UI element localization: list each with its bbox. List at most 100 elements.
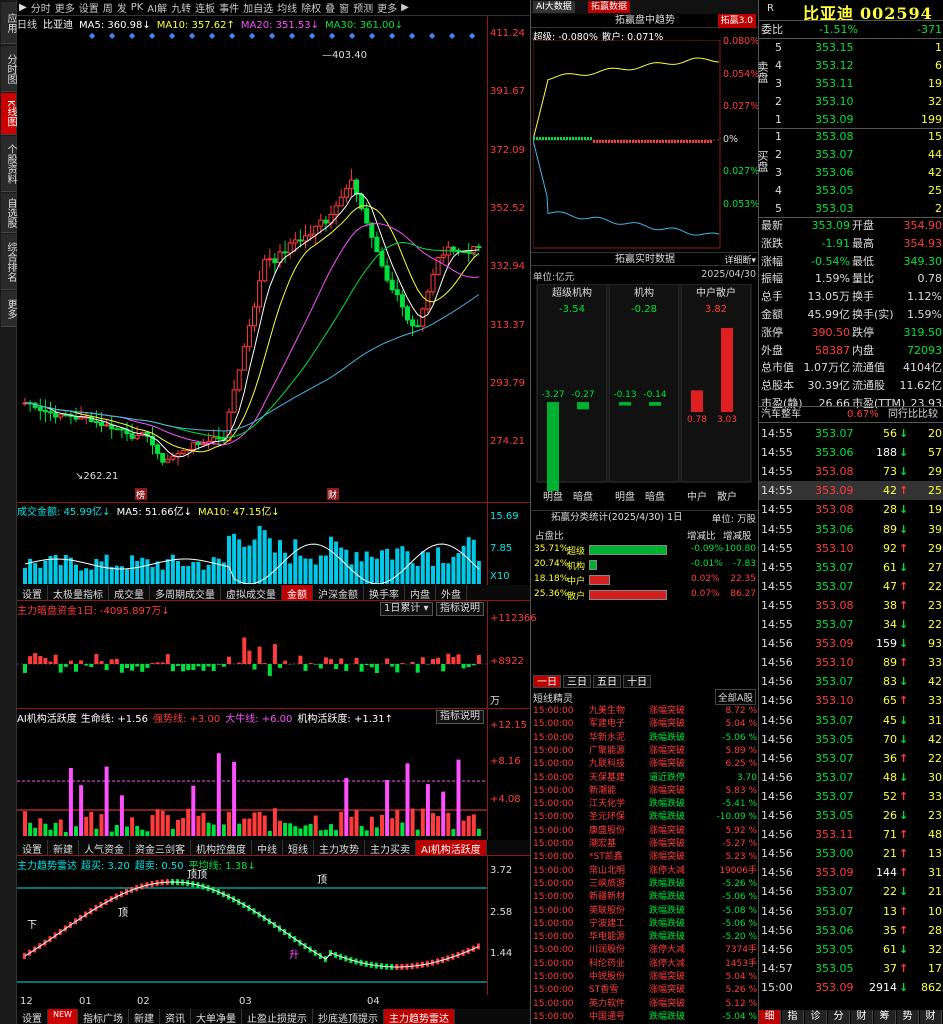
radar-tab-4[interactable]: 资讯 bbox=[160, 1009, 191, 1024]
sprite-row[interactable]: 15:00:00 新潮能 涨幅突破 5.83 % bbox=[531, 785, 759, 798]
sprite-row[interactable]: 15:00:00 天保基建 逼近跌停 3.70 bbox=[531, 772, 759, 785]
toolbar-item-7[interactable]: 九转 bbox=[169, 0, 193, 15]
left-tab-6[interactable]: 更多 bbox=[1, 291, 16, 327]
fund-range-select[interactable]: 1日累计 ▾ bbox=[380, 602, 433, 616]
ai-tab-9[interactable]: AI机构活跃度 bbox=[416, 840, 487, 855]
sprite-row[interactable]: 15:00:00 常山北明 涨停大减 19006手 bbox=[531, 865, 759, 878]
sprite-row[interactable]: 15:00:00 九联科技 涨幅突破 6.25 % bbox=[531, 758, 759, 771]
sprite-row[interactable]: 15:00:00 ST香雪 涨幅突破 5.26 % bbox=[531, 984, 759, 997]
ai-tab-8[interactable]: 主力买卖 bbox=[365, 840, 416, 855]
ai-help-button[interactable]: 指标说明 bbox=[436, 710, 484, 724]
sell-level-row[interactable]: 2 353.10 32 bbox=[759, 93, 943, 111]
period-tab-2[interactable]: 五日 bbox=[593, 675, 621, 688]
period-tab-3[interactable]: 十日 bbox=[623, 675, 651, 688]
bottom-tab-4[interactable]: 财 bbox=[851, 1010, 873, 1024]
toolbar-item-10[interactable]: 加自选 bbox=[241, 0, 275, 15]
toolbar-item-11[interactable]: 均线 bbox=[275, 0, 299, 15]
sprite-row[interactable]: 15:00:00 军建电子 涨幅突破 5.04 % bbox=[531, 718, 759, 731]
toolbar-item-9[interactable]: 事件 bbox=[217, 0, 241, 15]
bottom-tab-1[interactable]: 指 bbox=[782, 1010, 804, 1024]
buy-level-row[interactable]: 2 353.07 44 bbox=[759, 146, 943, 164]
toolbar-item-13[interactable]: 叠 bbox=[323, 0, 337, 15]
volume-tab-2[interactable]: 成交量 bbox=[109, 585, 150, 600]
sprite-row[interactable]: 15:00:00 英力软件 涨幅突破 5.12 % bbox=[531, 998, 759, 1011]
bottom-tab-0[interactable]: 细 bbox=[759, 1010, 781, 1024]
toolbar-item-12[interactable]: 除权 bbox=[299, 0, 323, 15]
ai-tab-4[interactable]: 机构控盘度 bbox=[191, 840, 252, 855]
mid-tab-0[interactable]: AI大数据 bbox=[533, 1, 575, 13]
ai-tab-0[interactable]: 设置 bbox=[17, 840, 48, 855]
sprite-row[interactable]: 15:00:00 潮宏基 涨幅突破 -5.27 % bbox=[531, 838, 759, 851]
volume-tab-4[interactable]: 虚拟成交量 bbox=[221, 585, 282, 600]
toolbar-item-16[interactable]: 更多 bbox=[375, 0, 399, 15]
sprite-filter-select[interactable]: 全部A股 bbox=[715, 689, 756, 705]
kline-chart[interactable]: —403.40 ↘262.21 榜 财 ◆ ◆ ◆ ◆ ◆ ◆ ◆ ◆ ◆ ◆ ◆ ◆ ◆ ◆ ◆ ◆ ◆ ◆ ◆ ◆ bbox=[17, 16, 487, 502]
left-tab-5[interactable]: 综合排名 bbox=[1, 234, 16, 290]
toolbar-item-3[interactable]: 周 bbox=[101, 0, 115, 15]
sprite-row[interactable]: 15:00:00 九美生物 涨幅突破 8.72 % bbox=[531, 705, 759, 718]
toolbar-item-1[interactable]: 更多 bbox=[53, 0, 77, 15]
ai-tab-5[interactable]: 中线 bbox=[252, 840, 283, 855]
sell-level-row[interactable]: 3 353.11 19 bbox=[759, 75, 943, 93]
sprite-row[interactable]: 15:00:00 科伦药业 涨停大减 1453手 bbox=[531, 958, 759, 971]
toolbar-item-4[interactable]: 发 bbox=[115, 0, 129, 15]
radar-tab-6[interactable]: 止盈止损提示 bbox=[242, 1009, 313, 1024]
buy-level-row[interactable]: 4 353.05 25 bbox=[759, 182, 943, 200]
volume-tab-7[interactable]: 换手率 bbox=[364, 585, 405, 600]
buy-level-row[interactable]: 1 353.08 15 bbox=[759, 128, 943, 146]
left-tab-3[interactable]: 个股资料 bbox=[1, 136, 16, 192]
radar-tab-0[interactable]: 设置 bbox=[17, 1009, 48, 1024]
sell-level-row[interactable]: 4 353.12 6 bbox=[759, 57, 943, 75]
sprite-row[interactable]: 15:00:00 宁波建工 跌幅跌破 -5.06 % bbox=[531, 918, 759, 931]
period-tab-0[interactable]: 一日 bbox=[533, 675, 561, 688]
radar-tab-1[interactable]: NEW bbox=[48, 1009, 78, 1024]
buy-level-row[interactable]: 5 353.03 2 bbox=[759, 200, 943, 218]
industry-compare-link[interactable]: 同行比比较 bbox=[888, 407, 938, 422]
bottom-tab-3[interactable]: 分 bbox=[828, 1010, 850, 1024]
sell-level-row[interactable]: 1 353.09 199 bbox=[759, 111, 943, 129]
radar-tab-3[interactable]: 新建 bbox=[129, 1009, 160, 1024]
realtime-detail-button[interactable]: 详细断▾ bbox=[724, 253, 756, 266]
left-tab-1[interactable]: 分时图 bbox=[1, 46, 16, 92]
toolbar-item-0[interactable]: 分时 bbox=[29, 0, 53, 15]
radar-tab-2[interactable]: 指标广场 bbox=[78, 1009, 129, 1024]
sprite-row[interactable]: 15:00:00 *ST凯鑫 涨幅突破 5.23 % bbox=[531, 851, 759, 864]
sprite-row[interactable]: 15:00:00 华新水泥 跌幅跌破 -5.06 % bbox=[531, 732, 759, 745]
toolbar-item-8[interactable]: 连板 bbox=[193, 0, 217, 15]
bottom-tab-6[interactable]: 势 bbox=[897, 1010, 919, 1024]
left-tab-4[interactable]: 自选股 bbox=[1, 193, 16, 233]
toolbar-item-5[interactable]: PK bbox=[129, 2, 146, 13]
volume-tab-3[interactable]: 多周期成交量 bbox=[150, 585, 221, 600]
intraday-version-button[interactable]: 拓赢3.0 bbox=[717, 14, 756, 28]
sprite-row[interactable]: 15:00:00 三峡旅游 跌幅跌破 -5.26 % bbox=[531, 878, 759, 891]
sprite-row[interactable]: 15:00:00 华电能源 跌幅跌破 -5.20 % bbox=[531, 931, 759, 944]
left-tab-2[interactable]: K线图 bbox=[1, 93, 16, 135]
radar-tab-5[interactable]: 大单净量 bbox=[191, 1009, 242, 1024]
volume-tab-1[interactable]: 太极量指标 bbox=[48, 585, 109, 600]
ai-tab-6[interactable]: 短线 bbox=[283, 840, 314, 855]
bottom-tab-7[interactable]: 财 bbox=[920, 1010, 942, 1024]
toolbar-item-14[interactable]: 窗 bbox=[337, 0, 351, 15]
period-tab-1[interactable]: 三日 bbox=[563, 675, 591, 688]
mid-tab-1[interactable]: 拓赢数据 bbox=[588, 1, 631, 13]
radar-tab-8[interactable]: 主力趋势雷达 bbox=[383, 1009, 455, 1024]
ai-tab-1[interactable]: 新建 bbox=[48, 840, 79, 855]
sell-level-row[interactable]: 5 353.15 1 bbox=[759, 39, 943, 57]
bottom-tab-2[interactable]: 诊 bbox=[805, 1010, 827, 1024]
ai-tab-7[interactable]: 主力攻势 bbox=[314, 840, 365, 855]
sprite-row[interactable]: 15:00:00 川润股份 涨停大减 7374手 bbox=[531, 944, 759, 957]
ai-tab-3[interactable]: 资金三剑客 bbox=[130, 840, 191, 855]
volume-tab-0[interactable]: 设置 bbox=[17, 585, 48, 600]
sprite-row[interactable]: 15:00:00 英联股份 跌幅跌破 -5.08 % bbox=[531, 905, 759, 918]
sprite-row[interactable]: 15:00:00 中国通号 跌幅跌破 -5.04 % bbox=[531, 1011, 759, 1024]
sprite-row[interactable]: 15:00:00 中锐股份 涨幅突破 5.04 % bbox=[531, 971, 759, 984]
sprite-row[interactable]: 15:00:00 江天化学 跌幅跌破 -5.41 % bbox=[531, 798, 759, 811]
radar-tab-7[interactable]: 抄底逃顶提示 bbox=[313, 1009, 384, 1024]
sprite-row[interactable]: 15:00:00 新疆新材 跌幅跌破 -5.06 % bbox=[531, 891, 759, 904]
fund-help-button[interactable]: 指标说明 bbox=[436, 602, 484, 616]
bottom-tab-5[interactable]: 筹 bbox=[874, 1010, 896, 1024]
sprite-row[interactable]: 15:00:00 广聚能源 涨幅突破 5.89 % bbox=[531, 745, 759, 758]
sprite-row[interactable]: 15:00:00 康盛股份 涨幅突破 5.92 % bbox=[531, 825, 759, 838]
volume-tab-8[interactable]: 内盘 bbox=[405, 585, 436, 600]
buy-level-row[interactable]: 3 353.06 42 bbox=[759, 164, 943, 182]
